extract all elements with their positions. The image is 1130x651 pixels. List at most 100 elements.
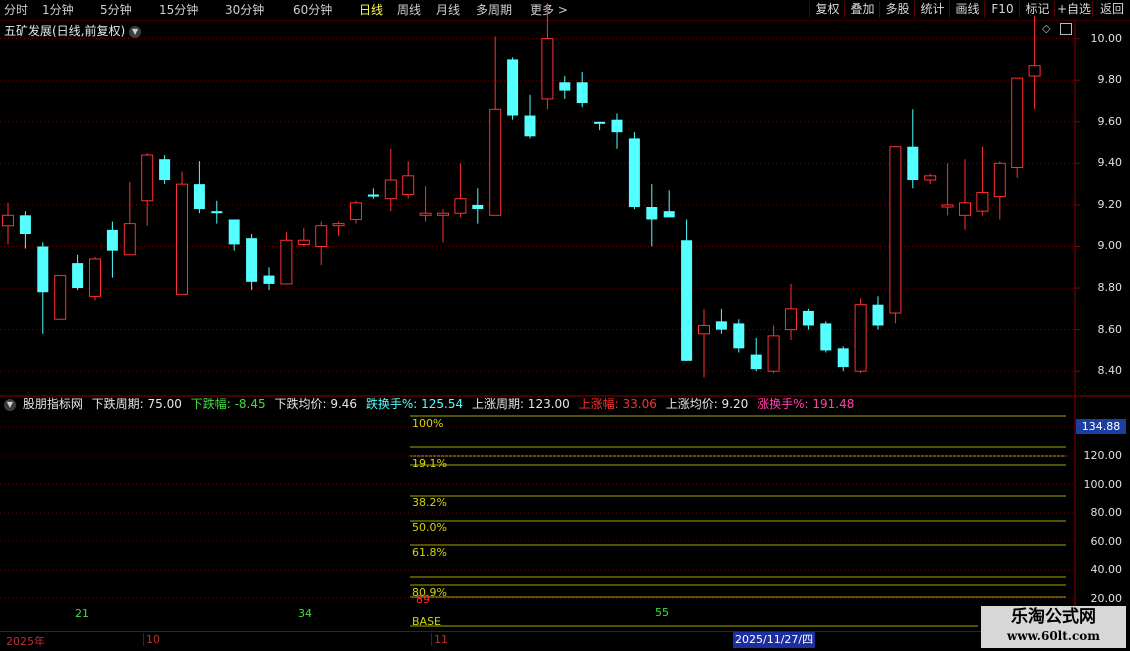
chart-canvas	[0, 3, 1130, 631]
candle	[976, 146, 989, 216]
candle	[559, 76, 571, 99]
candle	[297, 227, 310, 247]
grid-lines	[0, 38, 1080, 372]
candle	[472, 188, 484, 224]
candle	[924, 173, 937, 185]
candle	[2, 202, 14, 245]
watermark-logo: 乐淘公式网 www.60lt.com	[981, 606, 1126, 648]
indicator-value: 上涨周期: 123.00	[471, 397, 570, 411]
indicator-current-value: 134.88	[1076, 419, 1126, 434]
candle	[1011, 77, 1024, 178]
price-tick: 9.80	[1097, 73, 1123, 87]
candlestick-series	[2, 3, 1041, 378]
candle	[802, 308, 814, 330]
candle	[89, 256, 101, 301]
candle	[263, 267, 275, 291]
candle	[959, 159, 971, 230]
chevron-down-icon[interactable]: ▼	[4, 398, 16, 411]
candle	[419, 186, 432, 222]
candle	[820, 321, 832, 353]
candle	[628, 132, 640, 210]
price-tick: 9.40	[1097, 156, 1123, 170]
indicator-lines	[0, 415, 1075, 627]
candle	[993, 161, 1006, 220]
candle	[767, 325, 780, 374]
price-tick: 8.60	[1097, 322, 1123, 336]
candle	[698, 308, 710, 378]
date-tick: 10	[143, 633, 160, 646]
candle	[889, 146, 902, 324]
indicator-tick: 60.00	[1090, 535, 1123, 548]
indicator-value: 上涨均价: 9.20	[665, 397, 749, 411]
candle	[315, 221, 328, 266]
candle	[384, 148, 397, 212]
candle	[437, 209, 449, 243]
candle	[19, 211, 31, 249]
candle	[941, 163, 954, 216]
indicator-value: 下跌幅: -8.45	[190, 397, 266, 411]
candle	[507, 57, 519, 120]
candle	[872, 296, 884, 330]
indicator-tick: 20.00	[1090, 592, 1123, 605]
fib-label: 50.0%	[412, 521, 447, 534]
candle	[159, 155, 171, 185]
candle	[350, 200, 362, 224]
watermark-brand: 乐淘公式网	[1011, 607, 1096, 627]
indicator-value: 下跌周期: 75.00	[91, 397, 182, 411]
price-tick: 10.00	[1090, 31, 1123, 45]
candle	[907, 109, 919, 189]
date-tick: 2025年	[6, 635, 45, 648]
price-tick: 9.00	[1097, 239, 1123, 253]
indicator-value: 涨换手%: 191.48	[757, 397, 855, 411]
indicator-tick: 120.00	[1083, 449, 1123, 462]
candle	[576, 71, 588, 108]
fib-label: 61.8%	[412, 546, 447, 559]
candle	[106, 221, 118, 278]
cycle-number: 89	[416, 593, 430, 606]
fib-label: 19.1%	[412, 457, 447, 470]
candle	[646, 184, 658, 247]
watermark-url: www.60lt.com	[1007, 629, 1100, 643]
indicator-value: 跌换手%: 125.54	[365, 397, 464, 411]
candle	[733, 319, 745, 353]
date-tick: 11	[431, 633, 448, 646]
candle	[785, 283, 797, 341]
fib-label: BASE	[412, 615, 442, 628]
candle	[54, 275, 67, 320]
price-tick: 9.20	[1097, 197, 1123, 211]
candle	[280, 231, 293, 285]
candle	[541, 3, 554, 110]
candle	[524, 94, 536, 139]
fib-label: 38.2%	[412, 496, 447, 509]
candle	[681, 219, 693, 361]
candle	[837, 346, 849, 372]
cycle-number: 34	[298, 607, 312, 620]
candle	[332, 221, 345, 237]
cycle-number: 21	[75, 607, 89, 620]
candle	[37, 242, 49, 334]
cycle-number: 55	[655, 606, 669, 619]
candle	[715, 308, 727, 334]
indicator-tick: 100.00	[1083, 478, 1123, 491]
candle	[750, 337, 762, 372]
candle	[594, 121, 606, 131]
fib-label: 100%	[412, 417, 444, 430]
indicator-name[interactable]: 股朋指标网	[23, 397, 83, 411]
candle	[193, 161, 205, 214]
price-tick: 9.60	[1097, 114, 1123, 128]
price-tick: 8.80	[1097, 281, 1123, 295]
date-axis: 2025年 10 11 2025/11/27/四	[0, 631, 1075, 651]
price-tick: 8.40	[1097, 364, 1123, 378]
candle	[211, 200, 223, 224]
candle	[489, 36, 502, 216]
candle	[854, 298, 867, 374]
indicator-value: 上涨幅: 33.06	[578, 397, 657, 411]
indicator-tick: 80.00	[1090, 506, 1123, 519]
candle	[141, 152, 154, 226]
candle	[246, 234, 258, 291]
candle	[402, 161, 415, 199]
candle	[123, 182, 136, 256]
candle	[663, 190, 675, 218]
indicator-tick: 40.00	[1090, 563, 1123, 576]
date-cursor: 2025/11/27/四	[733, 632, 816, 648]
